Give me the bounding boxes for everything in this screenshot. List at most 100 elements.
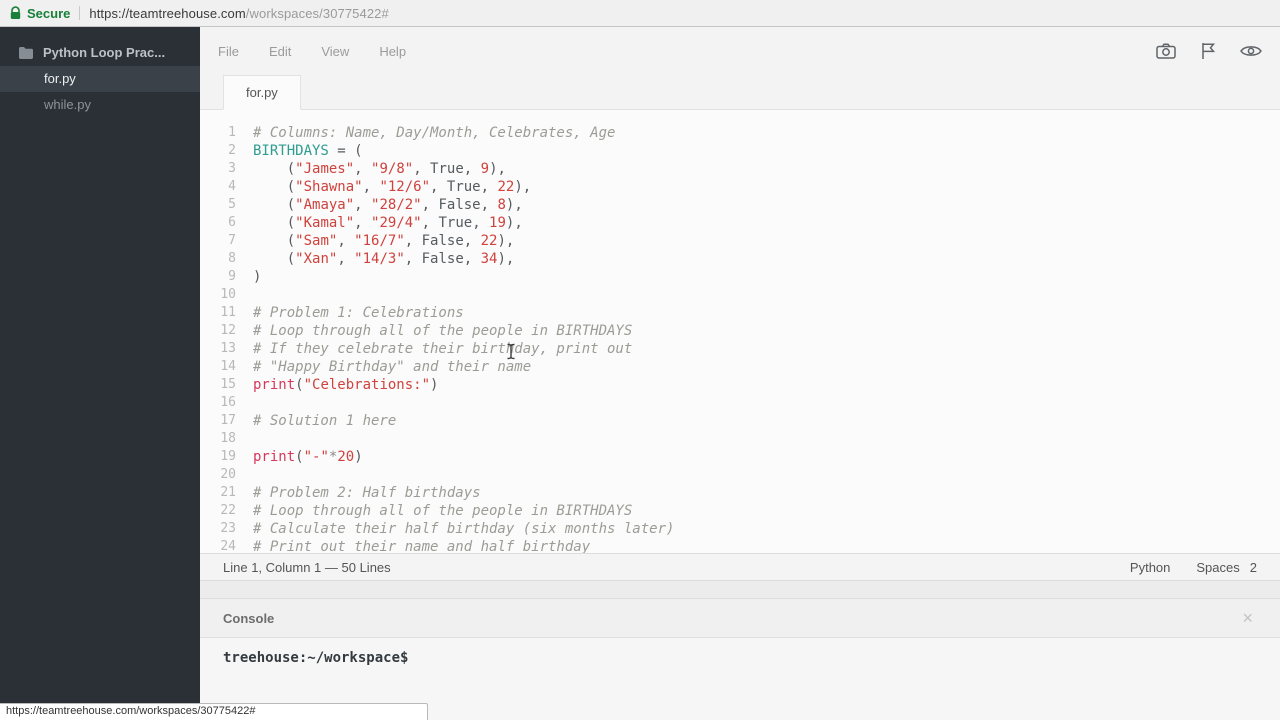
- code-line-8: 8 ("Xan", "14/3", False, 34),: [200, 250, 1280, 268]
- project-name: Python Loop Prac...: [43, 45, 165, 60]
- secure-label: Secure: [27, 6, 70, 21]
- code-text: # Loop through all of the people in BIRT…: [236, 322, 632, 340]
- indent-setting[interactable]: Spaces 2: [1196, 560, 1257, 575]
- flag-icon[interactable]: [1200, 42, 1216, 60]
- menu-help[interactable]: Help: [379, 44, 406, 59]
- code-line-5: 5 ("Amaya", "28/2", False, 8),: [200, 196, 1280, 214]
- line-number: 22: [200, 502, 236, 520]
- code-text: [236, 286, 253, 304]
- code-line-18: 18: [200, 430, 1280, 448]
- code-text: # Print out their name and half birthday: [236, 538, 590, 553]
- indent-label: Spaces: [1196, 560, 1239, 575]
- line-number: 5: [200, 196, 236, 214]
- code-text: ("Xan", "14/3", False, 34),: [236, 250, 514, 268]
- code-text: # Problem 1: Celebrations: [236, 304, 464, 322]
- security-chip[interactable]: Secure: [10, 6, 70, 21]
- code-line-13: 13# If they celebrate their birthday, pr…: [200, 340, 1280, 358]
- line-number: 2: [200, 142, 236, 160]
- line-number: 8: [200, 250, 236, 268]
- code-line-22: 22# Loop through all of the people in BI…: [200, 502, 1280, 520]
- line-number: 9: [200, 268, 236, 286]
- indent-value: 2: [1250, 560, 1257, 575]
- editor-status-bar: Line 1, Column 1 — 50 Lines Python Space…: [200, 553, 1280, 581]
- code-line-7: 7 ("Sam", "16/7", False, 22),: [200, 232, 1280, 250]
- code-text: ): [236, 268, 261, 286]
- file-list: for.pywhile.py: [0, 66, 200, 118]
- code-text: print("Celebrations:"): [236, 376, 438, 394]
- menubar: File Edit View Help: [200, 27, 1280, 75]
- code-text: [236, 466, 253, 484]
- sidebar-project-folder[interactable]: Python Loop Prac...: [0, 39, 200, 66]
- panel-resize-gap[interactable]: [200, 581, 1280, 598]
- cursor-position: Line 1, Column 1 — 50 Lines: [223, 560, 391, 575]
- statusbar-right: Python Spaces 2: [1130, 560, 1257, 575]
- console-title: Console: [223, 611, 274, 626]
- line-number: 23: [200, 520, 236, 538]
- camera-icon[interactable]: [1156, 43, 1176, 59]
- text-cursor-pointer: [506, 343, 516, 364]
- line-number: 19: [200, 448, 236, 466]
- tab-for-py[interactable]: for.py: [223, 75, 301, 110]
- code-line-1: 1# Columns: Name, Day/Month, Celebrates,…: [200, 124, 1280, 142]
- code-text: ("Sam", "16/7", False, 22),: [236, 232, 514, 250]
- code-line-20: 20: [200, 466, 1280, 484]
- line-number: 3: [200, 160, 236, 178]
- code-text: ("Shawna", "12/6", True, 22),: [236, 178, 531, 196]
- code-text: # Calculate their half birthday (six mon…: [236, 520, 674, 538]
- code-text: [236, 430, 253, 448]
- terminal-prompt: treehouse:~/workspace$: [223, 650, 408, 666]
- code-text: print("-"*20): [236, 448, 363, 466]
- code-line-12: 12# Loop through all of the people in BI…: [200, 322, 1280, 340]
- code-text: # Solution 1 here: [236, 412, 396, 430]
- code-line-19: 19print("-"*20): [200, 448, 1280, 466]
- line-number: 4: [200, 178, 236, 196]
- code-line-9: 9): [200, 268, 1280, 286]
- code-line-3: 3 ("James", "9/8", True, 9),: [200, 160, 1280, 178]
- url-host: teamtreehouse.com: [129, 6, 246, 21]
- line-number: 1: [200, 124, 236, 142]
- url-path: /workspaces/30775422#: [246, 6, 389, 21]
- tab-bar: for.py: [200, 75, 1280, 110]
- code-line-17: 17# Solution 1 here: [200, 412, 1280, 430]
- menu-file[interactable]: File: [218, 44, 239, 59]
- file-tree-sidebar: Python Loop Prac... for.pywhile.py: [0, 27, 200, 720]
- code-text: BIRTHDAYS = (: [236, 142, 363, 160]
- code-text: # Problem 2: Half birthdays: [236, 484, 481, 502]
- line-number: 21: [200, 484, 236, 502]
- line-number: 13: [200, 340, 236, 358]
- menu-view[interactable]: View: [321, 44, 349, 59]
- tab-label: for.py: [246, 85, 278, 100]
- line-number: 14: [200, 358, 236, 376]
- language-mode[interactable]: Python: [1130, 560, 1170, 575]
- eye-icon[interactable]: [1240, 44, 1262, 58]
- code-line-23: 23# Calculate their half birthday (six m…: [200, 520, 1280, 538]
- line-number: 12: [200, 322, 236, 340]
- toolbar-icons: [1156, 42, 1262, 60]
- code-line-21: 21# Problem 2: Half birthdays: [200, 484, 1280, 502]
- menu-items: File Edit View Help: [218, 44, 406, 59]
- menu-edit[interactable]: Edit: [269, 44, 291, 59]
- folder-icon: [19, 47, 33, 59]
- browser-url-bar[interactable]: Secure https://teamtreehouse.com/workspa…: [0, 0, 1280, 27]
- code-text: [236, 394, 253, 412]
- sidebar-file-for.py[interactable]: for.py: [0, 66, 200, 92]
- code-line-6: 6 ("Kamal", "29/4", True, 19),: [200, 214, 1280, 232]
- url-text[interactable]: https://teamtreehouse.com/workspaces/307…: [89, 6, 388, 21]
- code-line-10: 10: [200, 286, 1280, 304]
- code-text: ("Amaya", "28/2", False, 8),: [236, 196, 523, 214]
- code-line-24: 24# Print out their name and half birthd…: [200, 538, 1280, 553]
- url-scheme: https://: [89, 6, 129, 21]
- sidebar-file-while.py[interactable]: while.py: [0, 92, 200, 118]
- close-console-button[interactable]: ×: [1242, 609, 1253, 627]
- workspace-app: Python Loop Prac... for.pywhile.py FileE…: [0, 27, 1280, 720]
- code-text: # "Happy Birthday" and their name: [236, 358, 531, 376]
- code-text: ("Kamal", "29/4", True, 19),: [236, 214, 523, 232]
- line-number: 15: [200, 376, 236, 394]
- code-editor[interactable]: 1# Columns: Name, Day/Month, Celebrates,…: [200, 110, 1280, 553]
- code-text: ("James", "9/8", True, 9),: [236, 160, 506, 178]
- chip-divider: [79, 6, 80, 20]
- console-header: Console ×: [200, 598, 1280, 638]
- line-number: 10: [200, 286, 236, 304]
- line-number: 17: [200, 412, 236, 430]
- line-number: 16: [200, 394, 236, 412]
